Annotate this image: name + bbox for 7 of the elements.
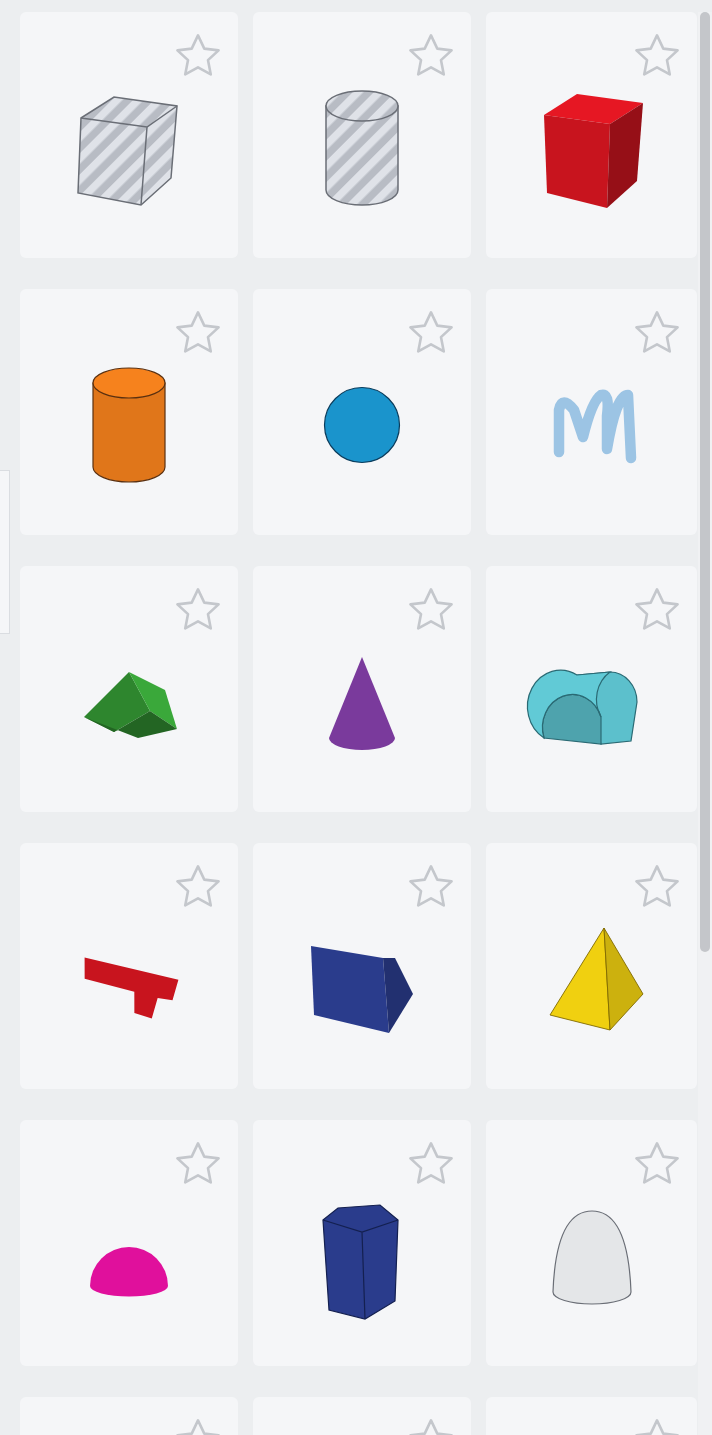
shape-card[interactable] [486,12,697,258]
shape-card[interactable] [20,843,238,1089]
shape-card[interactable] [253,566,471,812]
scrollbar[interactable] [698,12,712,1435]
scrollbar-thumb[interactable] [700,12,710,952]
shape-card[interactable] [253,843,471,1089]
shape-card[interactable] [253,1120,471,1366]
